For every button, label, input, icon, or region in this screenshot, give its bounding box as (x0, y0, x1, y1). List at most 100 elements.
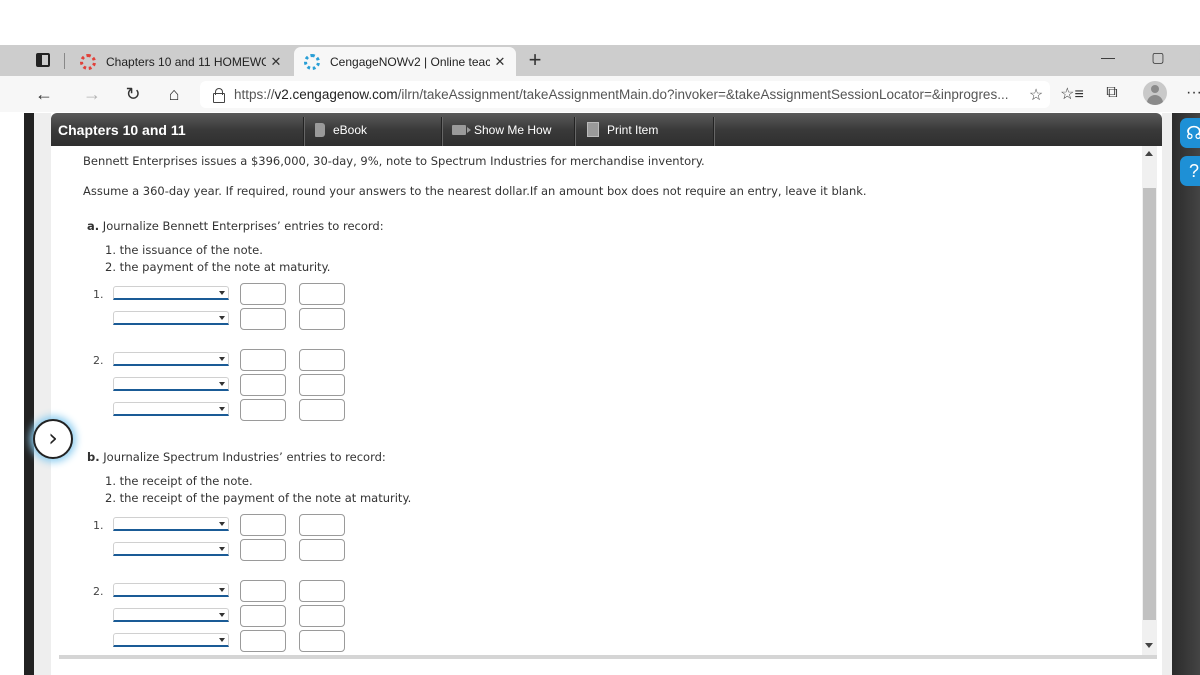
ebook-button[interactable]: eBook (315, 113, 367, 146)
browser-toolbar: ← → ↻ ⌂ https://v2.cengagenow.com/ilrn/t… (0, 76, 1200, 112)
tab-title: Chapters 10 and 11 HOMEWORK (106, 54, 266, 69)
print-item-label: Print Item (607, 122, 659, 137)
minimize-button[interactable]: — (1096, 49, 1120, 65)
content-bottom-border (59, 655, 1157, 659)
divider (64, 53, 65, 69)
right-frame-gutter (1162, 113, 1172, 675)
add-favorite-icon[interactable]: ☆ (1022, 85, 1050, 105)
account-select[interactable] (113, 517, 229, 531)
more-options-icon[interactable]: ··· (1182, 84, 1200, 102)
close-tab-icon[interactable]: ✕ (490, 54, 510, 70)
account-select[interactable] (113, 402, 229, 416)
divider (303, 117, 304, 146)
right-tool-rail (1172, 113, 1200, 675)
debit-input[interactable] (240, 539, 286, 561)
help-icon[interactable]: ? (1180, 156, 1200, 186)
scroll-up-arrow-icon[interactable] (1145, 151, 1153, 156)
show-me-how-label: Show Me How (474, 122, 552, 137)
debit-input[interactable] (240, 605, 286, 627)
part-a-heading: a. Journalize Bennett Enterprises’ entri… (87, 219, 384, 233)
credit-input[interactable] (299, 283, 345, 305)
entry-label: 1. (93, 288, 104, 301)
credit-input[interactable] (299, 399, 345, 421)
part-heading-text: Journalize Bennett Enterprises’ entries … (102, 219, 384, 233)
ebook-label: eBook (333, 122, 368, 137)
account-select[interactable] (113, 352, 229, 366)
account-select[interactable] (113, 583, 229, 597)
book-icon (315, 122, 325, 137)
left-frame (24, 113, 34, 675)
forward-button[interactable]: → (80, 82, 104, 106)
credit-input[interactable] (299, 630, 345, 652)
account-select[interactable] (113, 542, 229, 556)
left-frame-gutter (34, 113, 51, 675)
part-b-item-1: 1. the receipt of the note. (105, 474, 253, 488)
maximize-button[interactable]: ▢ (1146, 49, 1170, 66)
lock-icon[interactable] (212, 87, 226, 103)
refresh-button[interactable]: ↻ (121, 82, 145, 106)
profile-avatar[interactable] (1143, 81, 1167, 105)
debit-input[interactable] (240, 374, 286, 396)
divider (441, 117, 442, 146)
part-a-item-2: 2. the payment of the note at maturity. (105, 260, 331, 274)
close-tab-icon[interactable]: ✕ (266, 54, 286, 70)
cengage-logo-icon (80, 53, 96, 70)
problem-statement: Bennett Enterprises issues a $396,000, 3… (83, 154, 705, 168)
divider (713, 117, 714, 146)
url-path: /ilrn/takeAssignment/takeAssignmentMain.… (397, 87, 1009, 102)
account-select[interactable] (113, 377, 229, 391)
part-b-item-2: 2. the receipt of the payment of the not… (105, 491, 412, 505)
vertical-scrollbar[interactable] (1142, 146, 1157, 658)
debit-input[interactable] (240, 308, 286, 330)
account-select[interactable] (113, 311, 229, 325)
new-tab-button[interactable]: + (523, 47, 547, 73)
tab-actions-icon[interactable] (36, 53, 50, 67)
credit-input[interactable] (299, 308, 345, 330)
credit-input[interactable] (299, 539, 345, 561)
assignment-header: Chapters 10 and 11 eBook Show Me How Pri… (51, 113, 1162, 146)
tab-cengagenow[interactable]: CengageNOWv2 | Online teachin ✕ (294, 47, 516, 76)
blank-area (0, 0, 1200, 45)
assignment-title: Chapters 10 and 11 (58, 122, 186, 138)
url-text[interactable]: https://v2.cengagenow.com/ilrn/takeAssig… (234, 87, 1022, 102)
account-select[interactable] (113, 633, 229, 647)
part-a-item-1: 1. the issuance of the note. (105, 243, 263, 257)
credit-input[interactable] (299, 605, 345, 627)
account-select[interactable] (113, 286, 229, 300)
entry-label: 2. (93, 354, 104, 367)
address-bar[interactable]: https://v2.cengagenow.com/ilrn/takeAssig… (200, 81, 1050, 108)
problem-instructions: Assume a 360-day year. If required, roun… (83, 184, 867, 198)
scrollbar-thumb[interactable] (1143, 188, 1156, 620)
close-window-button[interactable]: ✕ (1192, 49, 1200, 66)
debit-input[interactable] (240, 514, 286, 536)
debit-input[interactable] (240, 630, 286, 652)
credit-input[interactable] (299, 580, 345, 602)
credit-input[interactable] (299, 349, 345, 371)
url-scheme: https:// (234, 87, 275, 102)
back-button[interactable]: ← (32, 82, 56, 106)
home-button[interactable]: ⌂ (162, 82, 186, 106)
url-host: v2.cengagenow.com (274, 87, 398, 102)
next-chevron-button[interactable]: › (33, 419, 73, 459)
show-me-how-button[interactable]: Show Me How (452, 113, 551, 146)
tab-homework[interactable]: Chapters 10 and 11 HOMEWORK ✕ (70, 47, 292, 76)
account-select[interactable] (113, 608, 229, 622)
support-headset-icon[interactable]: ☊ (1180, 118, 1200, 148)
debit-input[interactable] (240, 399, 286, 421)
scroll-down-arrow-icon[interactable] (1145, 643, 1153, 648)
collections-icon[interactable]: ⧉ (1100, 84, 1124, 102)
video-icon (452, 124, 471, 135)
credit-input[interactable] (299, 374, 345, 396)
part-letter: a. (87, 219, 100, 233)
print-item-button[interactable]: Print Item (587, 113, 658, 146)
print-icon (587, 122, 599, 137)
problem-content: Bennett Enterprises issues a $396,000, 3… (59, 146, 1142, 656)
credit-input[interactable] (299, 514, 345, 536)
debit-input[interactable] (240, 349, 286, 371)
tab-title: CengageNOWv2 | Online teachin (330, 54, 490, 69)
favorites-icon[interactable]: ☆≡ (1060, 84, 1084, 104)
debit-input[interactable] (240, 283, 286, 305)
tab-strip: Chapters 10 and 11 HOMEWORK ✕ CengageNOW… (0, 45, 1200, 76)
debit-input[interactable] (240, 580, 286, 602)
entry-label: 2. (93, 585, 104, 598)
